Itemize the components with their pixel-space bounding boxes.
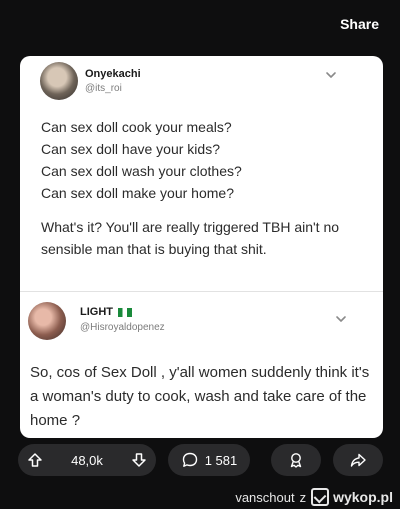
avatar	[28, 302, 66, 340]
wykop-logo-icon	[311, 488, 330, 506]
comment-bubble-icon	[182, 452, 197, 467]
chevron-down-icon	[326, 72, 336, 78]
chevron-down-icon	[336, 316, 346, 322]
tweet-text-line: Can sex doll wash your clothes?	[41, 163, 242, 179]
reply-text: So, cos of Sex Doll , y'all women sudden…	[30, 364, 370, 429]
tweet-author-name: Onyekachi	[85, 68, 141, 80]
tweet-followup-text: What's it? You'll are really triggered T…	[41, 219, 340, 257]
tweet-screenshot-card: Onyekachi @its_roi Can sex doll cook you…	[20, 56, 383, 438]
comment-count: 1 581	[204, 452, 238, 468]
tweet-text-line: Can sex doll have your kids?	[41, 141, 220, 157]
watermark-user: vanschout	[235, 489, 295, 505]
wykop-logo: wykop.pl	[311, 488, 393, 506]
arrow-down-icon[interactable]	[130, 451, 148, 469]
app-frame: Share Onyekachi @its_roi Can sex doll co…	[0, 0, 400, 509]
arrow-up-icon[interactable]	[26, 451, 44, 469]
tweet-text-line: Can sex doll make your home?	[41, 185, 234, 201]
nigeria-flag-icon	[118, 307, 132, 317]
avatar	[40, 62, 78, 100]
share-post-button[interactable]	[333, 444, 383, 476]
award-icon	[290, 453, 302, 468]
vote-control: 48,0k	[18, 444, 156, 476]
tweet-original: Onyekachi @its_roi Can sex doll cook you…	[20, 56, 383, 291]
reply-author-name: LIGHT	[80, 306, 132, 318]
reply-author-handle: @Hisroyaldopenez	[80, 322, 165, 333]
tweet-author-handle: @its_roi	[85, 83, 122, 94]
tweet-text: Can sex doll cook your meals? Can sex do…	[41, 116, 242, 204]
tweet-text-line: Can sex doll cook your meals?	[41, 119, 232, 135]
wykop-site: wykop.pl	[333, 489, 393, 505]
share-arrow-icon	[350, 453, 366, 467]
watermark: vanschout z wykop.pl	[235, 485, 393, 509]
upvote-count: 48,0k	[71, 452, 103, 468]
watermark-separator: z	[299, 489, 307, 505]
post-action-bar: 48,0k 1 581	[18, 444, 383, 479]
comments-button[interactable]: 1 581	[168, 444, 250, 476]
reply-author-name-text: LIGHT	[80, 306, 113, 318]
award-button[interactable]	[271, 444, 321, 476]
share-button[interactable]: Share	[340, 16, 379, 32]
divider	[20, 291, 383, 292]
